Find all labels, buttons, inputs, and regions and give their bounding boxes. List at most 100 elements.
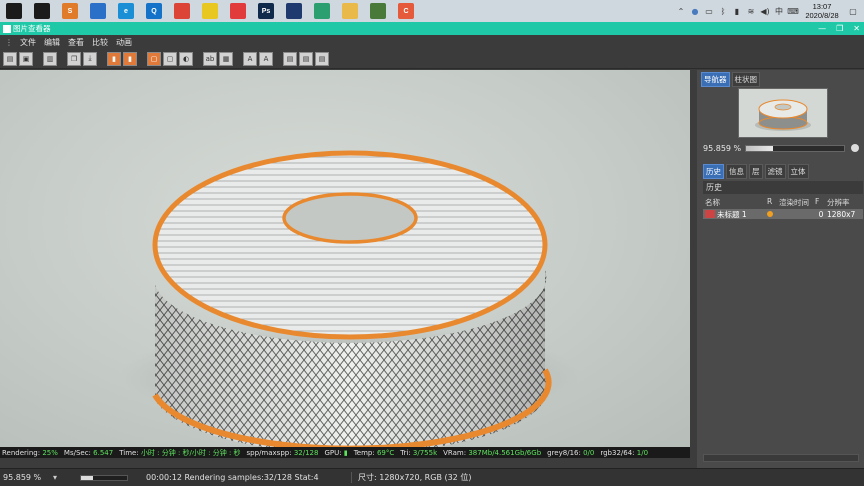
network-icon[interactable]: ▭ xyxy=(704,6,714,16)
copy-icon[interactable]: ❐ xyxy=(67,51,81,66)
taskbar-app-8[interactable] xyxy=(224,0,252,22)
film-icon[interactable]: ▥ xyxy=(43,51,57,66)
notification-icon[interactable]: ▢ xyxy=(846,6,860,16)
tab-histogram[interactable]: 柱状图 xyxy=(731,72,760,87)
compare-b-icon[interactable]: ▢ xyxy=(163,51,177,66)
stat-rendering-value: 25% xyxy=(42,448,58,457)
tab-layers[interactable]: 层 xyxy=(749,164,763,179)
stat-gpu: GPU: ▮ xyxy=(324,449,347,457)
history-row[interactable]: 未标题 1 0 1280x7 xyxy=(703,209,863,219)
row-name: 未标题 1 xyxy=(717,209,747,219)
system-tray: ⌃ ● ▭ ᛒ ▮ ≋ ◀) 中 ⌨ 13:07 2020/8/28 ▢ xyxy=(676,0,864,22)
cloud-icon[interactable]: ● xyxy=(690,6,700,16)
col-resolution[interactable]: 分辨率 xyxy=(827,197,861,208)
grid-icon[interactable]: ▦ xyxy=(219,51,233,66)
cast-icon: C xyxy=(398,3,414,19)
zoom-readout[interactable]: 95.859 % xyxy=(0,473,46,482)
menu-view[interactable]: 查看 xyxy=(64,37,88,48)
window-title: 图片查看器 xyxy=(13,24,51,33)
navigator-zoom-knob-icon[interactable] xyxy=(851,144,859,152)
stat-tri-label: Tri: xyxy=(400,448,411,457)
right-panel: 导航器 柱状图 95.859 % 历史 信息 层 滤镜 立体 历史 名称 R 渲… xyxy=(697,70,864,468)
taskbar-app-5[interactable]: Q xyxy=(140,0,168,22)
stat-tri: Tri: 3/755k xyxy=(400,449,437,457)
tab-navigator[interactable]: 导航器 xyxy=(701,72,730,87)
navigator-zoom-slider[interactable] xyxy=(745,144,845,152)
channel-c-icon[interactable]: ▤ xyxy=(315,51,329,66)
col-name[interactable]: 名称 xyxy=(705,197,767,208)
zoom-dropdown-icon[interactable]: ▾ xyxy=(50,473,60,483)
stat-vram-value: 387Mb/4.561Gb/6Gb xyxy=(468,448,542,457)
restore-button[interactable]: ❐ xyxy=(836,24,843,33)
history-horizontal-scrollbar[interactable] xyxy=(703,454,859,462)
menu-edit[interactable]: 编辑 xyxy=(40,37,64,48)
photoshop-icon: Ps xyxy=(258,3,274,19)
taskbar-app-0[interactable] xyxy=(0,0,28,22)
taskbar-app-1[interactable] xyxy=(28,0,56,22)
text-a-icon[interactable]: A xyxy=(243,51,257,66)
volume-icon[interactable]: ◀) xyxy=(760,6,770,16)
tab-stereo[interactable]: 立体 xyxy=(787,164,809,179)
ime-icon[interactable]: ⌨ xyxy=(787,6,799,16)
bottom-status-bar: 95.859 % ▾ 00:00:12 Rendering samples:32… xyxy=(0,468,864,486)
save-icon[interactable]: ▣ xyxy=(19,51,33,66)
taskbar-app-2[interactable]: S xyxy=(56,0,84,22)
taskbar-app-13[interactable] xyxy=(364,0,392,22)
col-f[interactable]: F xyxy=(815,197,827,208)
open-folder-icon[interactable]: ▤ xyxy=(3,51,17,66)
taskbar-app-4[interactable]: e xyxy=(112,0,140,22)
stat-grey-value: 0/0 xyxy=(583,448,595,457)
bluetooth-icon[interactable]: ᛒ xyxy=(718,6,728,16)
mic-icon[interactable]: ▮ xyxy=(732,6,742,16)
compare-a-icon[interactable]: ▢ xyxy=(147,51,161,66)
row-f: 0 xyxy=(818,209,824,219)
task-view-icon xyxy=(34,3,50,19)
stat-rgb: rgb32/64: 1/0 xyxy=(600,449,648,457)
channel-a-icon[interactable]: ▤ xyxy=(283,51,297,66)
col-r[interactable]: R xyxy=(767,197,779,208)
layer-a-icon[interactable]: ▮ xyxy=(107,51,121,66)
render-progress-bar xyxy=(80,474,128,481)
chevron-up-icon[interactable]: ⌃ xyxy=(676,6,686,16)
render-status-text: 00:00:12 Rendering samples:32/128 Stat:4 xyxy=(146,473,319,482)
clock[interactable]: 13:07 2020/8/28 xyxy=(802,2,842,20)
tab-info[interactable]: 信息 xyxy=(726,164,747,179)
wifi-icon[interactable]: ≋ xyxy=(746,6,756,16)
navigator-zoom-slider-fill xyxy=(746,145,774,151)
taskbar-app-11[interactable] xyxy=(308,0,336,22)
export-icon[interactable]: ⤓ xyxy=(83,51,97,66)
taskbar-app-3[interactable] xyxy=(84,0,112,22)
close-button[interactable]: ✕ xyxy=(853,24,860,33)
taskbar-app-14[interactable]: C xyxy=(392,0,420,22)
video-app-icon xyxy=(230,3,246,19)
render-viewport[interactable] xyxy=(0,70,690,447)
menu-animation[interactable]: 动画 xyxy=(112,37,136,48)
menu-file[interactable]: 文件 xyxy=(16,37,40,48)
renderer-icon xyxy=(370,3,386,19)
menu-compare[interactable]: 比较 xyxy=(88,37,112,48)
taskbar-app-6[interactable] xyxy=(168,0,196,22)
tab-history[interactable]: 历史 xyxy=(703,164,724,179)
col-render-time[interactable]: 渲染时间 xyxy=(779,197,815,208)
navigator-tabs: 导航器 柱状图 xyxy=(697,70,864,89)
stat-vram-label: VRam: xyxy=(443,448,467,457)
channel-b-icon[interactable]: ▤ xyxy=(299,51,313,66)
stat-spp-value: 32/128 xyxy=(293,448,319,457)
taskbar-app-9[interactable]: Ps xyxy=(252,0,280,22)
navigator-thumbnail[interactable] xyxy=(738,88,828,138)
input-language[interactable]: 中 xyxy=(774,6,784,16)
menu-bar: ⋮ 文件 编辑 查看 比较 动画 xyxy=(0,35,864,49)
layer-b-icon[interactable]: ▮ xyxy=(123,51,137,66)
stat-spp-label: spp/maxspp: xyxy=(246,448,292,457)
ab-icon[interactable]: ab xyxy=(203,51,217,66)
taskbar-app-10[interactable] xyxy=(280,0,308,22)
taskbar-app-7[interactable] xyxy=(196,0,224,22)
sublime-icon: S xyxy=(62,3,78,19)
rendered-ring-image xyxy=(120,150,580,447)
compare-c-icon[interactable]: ◐ xyxy=(179,51,193,66)
minimize-button[interactable]: — xyxy=(818,24,826,33)
taskbar-app-12[interactable] xyxy=(336,0,364,22)
text-b-icon[interactable]: A xyxy=(259,51,273,66)
tab-filters[interactable]: 滤镜 xyxy=(764,164,786,179)
navigator-zoom-value[interactable]: 95.859 % xyxy=(703,144,745,153)
